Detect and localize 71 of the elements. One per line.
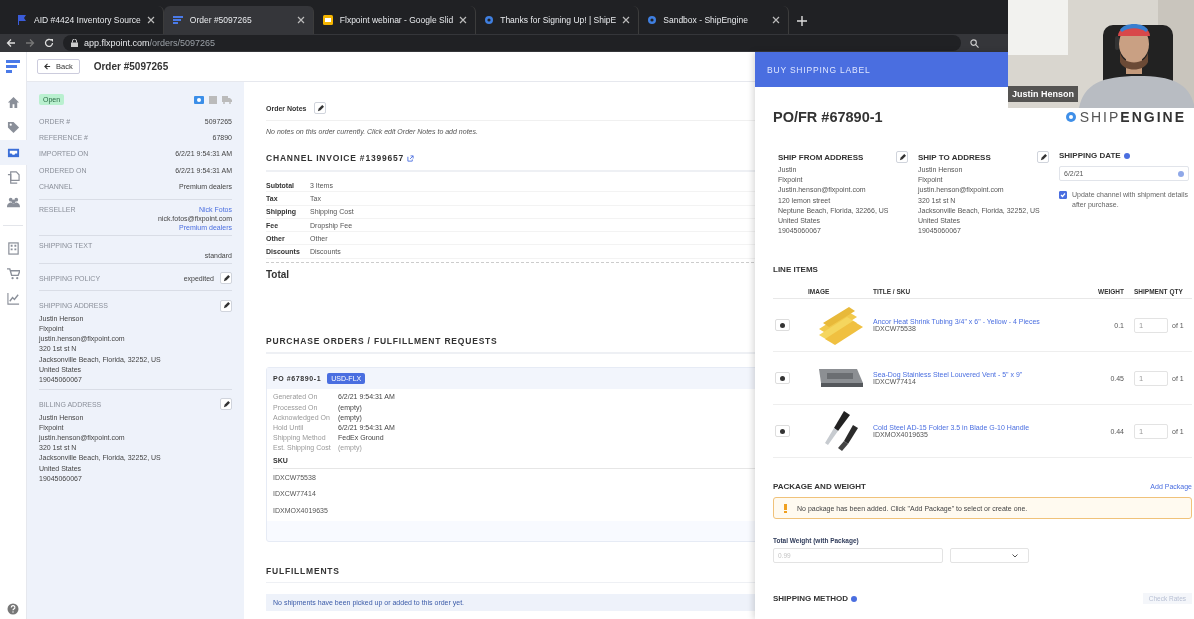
dot-icon bbox=[780, 322, 785, 328]
close-icon[interactable] bbox=[296, 16, 305, 24]
pencil-icon bbox=[316, 104, 324, 112]
close-icon[interactable] bbox=[146, 16, 155, 24]
chart-icon bbox=[6, 292, 20, 305]
edit-button[interactable] bbox=[220, 272, 232, 285]
inbox-icon bbox=[6, 146, 20, 159]
arrow-left-icon bbox=[44, 63, 51, 70]
participant-name: Justin Henson bbox=[1008, 86, 1078, 102]
edit-button[interactable] bbox=[220, 398, 232, 411]
documents-icon bbox=[6, 171, 20, 184]
forward-arrow-icon[interactable] bbox=[25, 38, 35, 48]
section-title: PURCHASE ORDERS / FULFILLMENT REQUESTS bbox=[266, 335, 498, 346]
pencil-icon bbox=[1039, 153, 1047, 161]
gear-icon bbox=[1064, 111, 1077, 123]
close-icon[interactable] bbox=[459, 16, 468, 24]
pencil-icon bbox=[222, 302, 230, 310]
home-icon bbox=[6, 96, 20, 109]
url-text: app.flxpoint.com/orders/5097265 bbox=[84, 38, 216, 48]
reload-icon[interactable] bbox=[44, 38, 54, 48]
nav-item[interactable] bbox=[0, 140, 27, 165]
money-icon bbox=[194, 95, 204, 104]
section-title: LINE ITEMS bbox=[773, 265, 818, 275]
close-icon[interactable] bbox=[772, 16, 781, 24]
edit-button[interactable] bbox=[314, 102, 327, 114]
remove-button[interactable] bbox=[775, 372, 790, 385]
section-title: FULFILLMENTS bbox=[266, 566, 340, 577]
drawer-title: BUY SHIPPING LABEL bbox=[767, 64, 871, 75]
logo-icon[interactable] bbox=[5, 58, 21, 74]
remove-button[interactable] bbox=[775, 425, 790, 438]
section-title: SHIPPING DATE bbox=[1059, 151, 1121, 160]
po-title: PO/FR #67890-1 bbox=[773, 109, 883, 125]
truck-icon bbox=[222, 95, 232, 104]
edit-button[interactable] bbox=[1037, 151, 1049, 163]
browser-tab[interactable]: Order #5097265 bbox=[163, 6, 314, 34]
edit-button[interactable] bbox=[220, 299, 232, 312]
pencil-icon bbox=[222, 274, 230, 282]
address-bar[interactable]: app.flxpoint.com/orders/5097265 bbox=[63, 35, 961, 51]
remove-button[interactable] bbox=[775, 319, 790, 332]
close-icon[interactable] bbox=[622, 16, 631, 24]
gear-icon bbox=[484, 15, 495, 25]
dot-icon bbox=[780, 428, 785, 434]
slides-icon bbox=[321, 14, 334, 26]
logo-icon bbox=[171, 14, 184, 26]
search-icon[interactable] bbox=[970, 38, 979, 48]
section-title: CHANNEL INVOICE #1399657 bbox=[266, 153, 405, 163]
section-title: PACKAGE AND WEIGHT bbox=[773, 482, 866, 492]
dot-icon bbox=[780, 375, 785, 381]
chevron-icon bbox=[1012, 553, 1018, 558]
tag-icon bbox=[6, 121, 20, 134]
warning-icon bbox=[784, 503, 787, 513]
section-title: SHIPPING METHOD bbox=[773, 594, 849, 604]
logo-text: SHIP ENGINE bbox=[1079, 109, 1186, 125]
lock-icon bbox=[71, 39, 78, 47]
cart-icon bbox=[6, 267, 20, 280]
section-title: SHIP FROM ADDRESS bbox=[778, 152, 864, 162]
gear-icon bbox=[647, 15, 658, 25]
users-icon bbox=[6, 196, 20, 209]
building-icon bbox=[6, 242, 20, 255]
section-title: SHIP TO ADDRESS bbox=[918, 152, 991, 162]
document-icon bbox=[209, 95, 217, 104]
total-label: Total bbox=[266, 268, 290, 280]
edit-button[interactable] bbox=[896, 151, 908, 163]
back-arrow-icon[interactable] bbox=[6, 38, 16, 48]
pencil-icon bbox=[222, 400, 230, 408]
plus-icon[interactable] bbox=[797, 16, 808, 26]
checkbox[interactable] bbox=[1059, 191, 1067, 199]
pencil-icon bbox=[898, 153, 906, 161]
external-link-icon[interactable] bbox=[407, 154, 415, 162]
page-title: Order #5097265 bbox=[93, 61, 169, 72]
flag-icon bbox=[16, 14, 28, 26]
